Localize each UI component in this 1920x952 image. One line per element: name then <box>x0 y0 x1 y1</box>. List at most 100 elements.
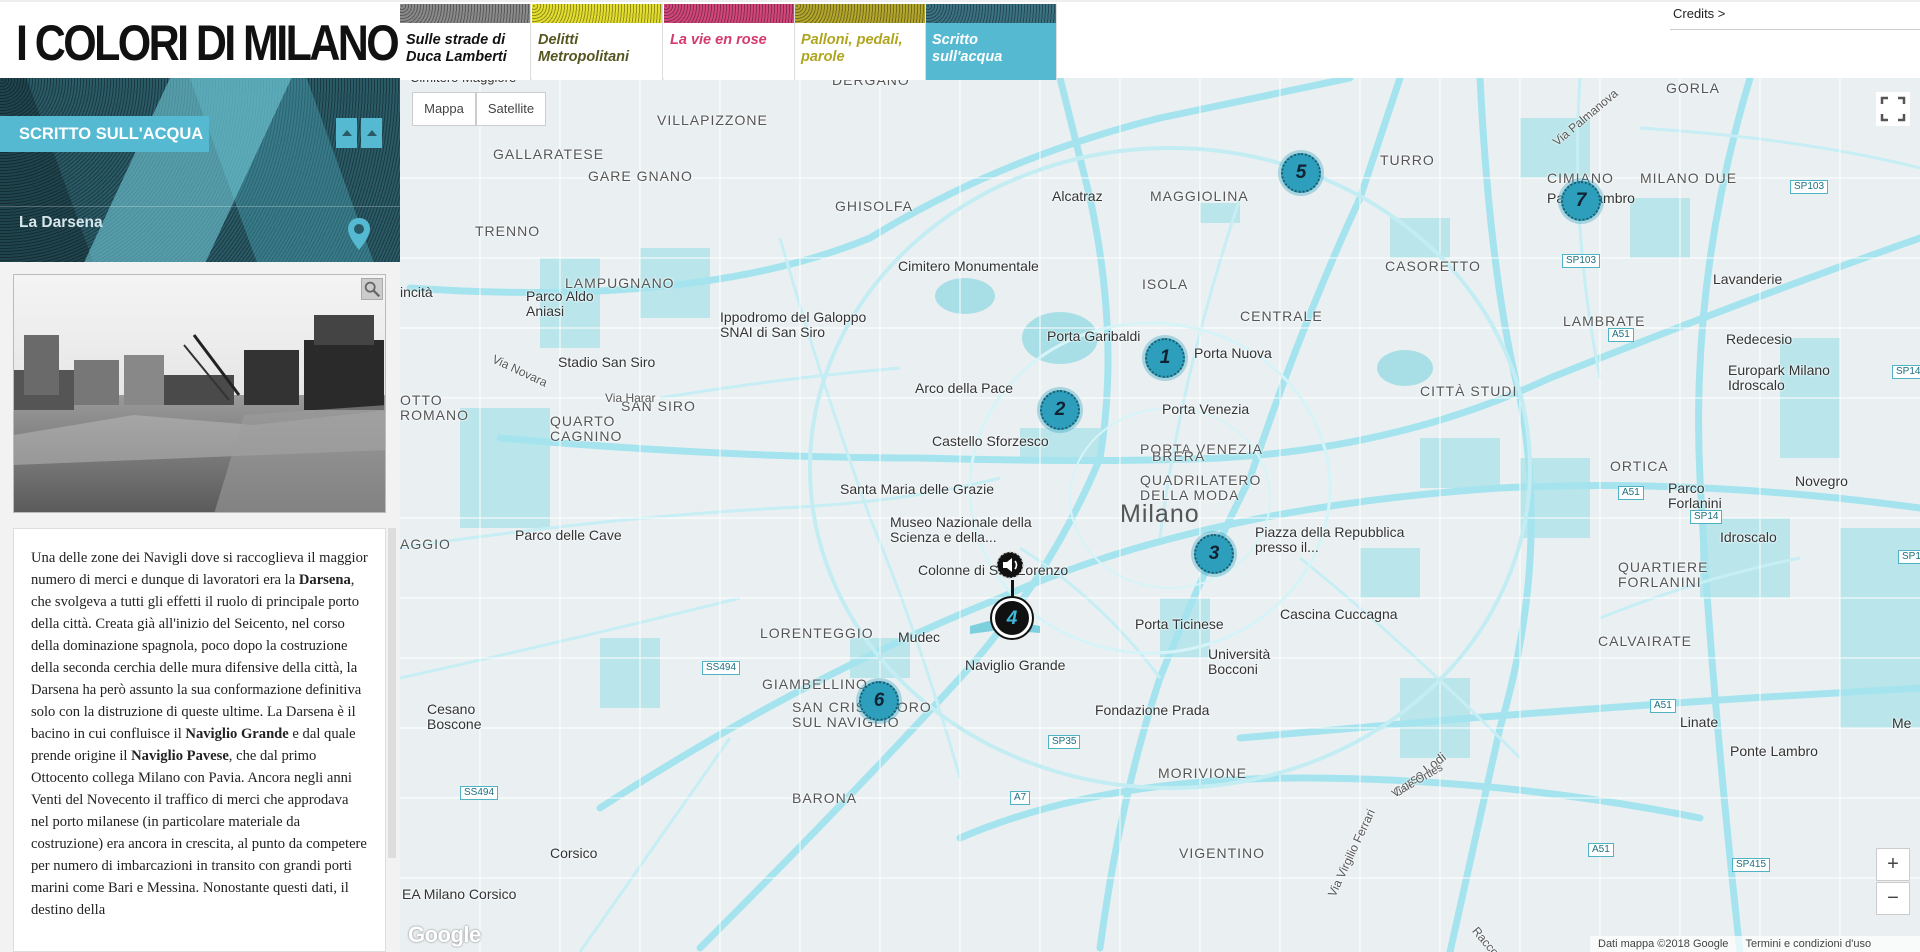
section-title-button[interactable]: SCRITTO SULL'ACQUA <box>0 116 209 152</box>
map-label: Ponte Lambro <box>1730 743 1818 759</box>
map-label: TRENNO <box>475 223 541 239</box>
description-span: , che dal primo Ottocento collega Milano… <box>31 748 367 918</box>
map-label: Colonne di San Lorenzo <box>918 562 1069 578</box>
road-shield: A7 <box>1010 791 1031 805</box>
page: I COLORI DI MILANO Sulle strade di Duca … <box>0 0 1920 952</box>
map-marker-4-active[interactable]: 4 <box>992 598 1032 638</box>
description-span: , che svolgeva a tutti gli effetti il ru… <box>31 572 362 742</box>
map-label: BRERA <box>1152 448 1206 464</box>
map-label: EA Milano Corsico <box>402 886 517 902</box>
description-text: Una delle zone dei Navigli dove si racco… <box>14 529 385 921</box>
road-shield: SP15 <box>1898 550 1920 564</box>
map-label: Alcatraz <box>1052 188 1103 204</box>
tab-duca-lamberti[interactable]: Sulle strade di Duca Lamberti <box>400 4 531 80</box>
map-label: BARONA <box>792 790 858 806</box>
tab-label: La vie en rose <box>670 32 767 48</box>
road-shield: SS494 <box>460 786 499 800</box>
map-label: Università Bocconi <box>1208 646 1271 677</box>
fullscreen-icon[interactable] <box>1876 92 1910 126</box>
map-label: Porta Venezia <box>1162 401 1250 417</box>
map-label: Cesano Boscone <box>427 701 482 732</box>
map-type-satellite-button[interactable]: Satellite <box>476 92 546 126</box>
tab-strip <box>926 4 1056 23</box>
map-type-map-button[interactable]: Mappa <box>412 92 476 126</box>
road-shield: A51 <box>1650 699 1676 713</box>
map-marker-3[interactable]: 3 <box>1194 534 1234 574</box>
map-label: AGGIO <box>400 536 451 552</box>
map-label: MORIVIONE <box>1158 765 1248 781</box>
map-label: Porta Garibaldi <box>1047 328 1141 344</box>
map-label: Cascina Cuccagna <box>1280 606 1398 622</box>
map-data-credit: Dati mappa ©2018 Google <box>1598 938 1729 950</box>
darsena-photo-image <box>14 275 385 512</box>
marker-stem <box>1011 580 1014 600</box>
map-label: GHISOLFA <box>835 198 914 214</box>
map-label: OTTO ROMANO <box>400 392 469 423</box>
tab-label: Sulle strade di Duca Lamberti <box>406 32 507 65</box>
road-shield: SP103 <box>1790 180 1829 194</box>
magnify-icon[interactable] <box>361 278 383 300</box>
map-label: GALLARATESE <box>493 146 605 162</box>
map-label: Me <box>1892 715 1912 731</box>
map-label: ORTICA <box>1610 458 1669 474</box>
map-label: QUARTIERE FORLANINI <box>1618 559 1709 590</box>
map-label: Corsico <box>550 845 598 861</box>
road-shield: SS494 <box>702 661 741 675</box>
map-label: Porta Ticinese <box>1135 616 1224 632</box>
road-shield: SP103 <box>1562 254 1601 268</box>
tab-delitti-metropolitani[interactable]: Delitti Metropolitani <box>532 4 663 80</box>
map[interactable]: Cimitero MaggioreDERGANOVILLAPIZZONEGALL… <box>400 78 1920 952</box>
map-label: Ippodromo del Galoppo SNAI di San Siro <box>720 309 867 340</box>
description-scrollbar[interactable] <box>388 528 396 858</box>
map-footer: Dati mappa ©2018 Google Termini e condiz… <box>1590 936 1920 952</box>
map-label: Idroscalo <box>1720 529 1777 545</box>
map-label: Naviglio Grande <box>965 657 1066 673</box>
map-label: CITTÀ STUDI <box>1420 383 1518 399</box>
map-label: Mudec <box>898 629 941 645</box>
map-label: Parco Aldo Aniasi <box>526 288 594 319</box>
map-label: Santa Maria delle Grazie <box>840 481 995 497</box>
tab-scritto-sull-acqua[interactable]: Scritto sull'acqua <box>926 4 1057 80</box>
map-marker-7[interactable]: 7 <box>1561 181 1601 221</box>
tab-la-vie-en-rose[interactable]: La vie en rose <box>664 4 795 80</box>
map-label: VIGENTINO <box>1179 845 1266 861</box>
map-label: QUARTO CAGNINO <box>550 413 623 444</box>
map-label: GORLA <box>1666 80 1721 96</box>
map-label: TURRO <box>1380 152 1435 168</box>
map-label: Parco Forlanini <box>1668 480 1722 511</box>
map-label: Fondazione Prada <box>1095 702 1210 718</box>
map-label: Europark Milano Idroscalo <box>1728 362 1830 393</box>
map-label: CALVAIRATE <box>1598 633 1693 649</box>
terms-link[interactable]: Termini e condizioni d'uso <box>1745 938 1871 950</box>
map-label: MILANO DUE <box>1640 170 1738 186</box>
road-shield: SP14 <box>1892 365 1920 379</box>
map-label: Via Harar <box>605 391 656 405</box>
google-logo: Google <box>408 922 481 947</box>
map-marker-5[interactable]: 5 <box>1281 153 1321 193</box>
map-label: Parco delle Cave <box>515 527 622 543</box>
map-pin-icon[interactable] <box>346 216 372 252</box>
site-logo[interactable]: I COLORI DI MILANO <box>16 14 400 72</box>
tab-palloni-pedali-parole[interactable]: Palloni, pedali, parole <box>795 4 926 80</box>
road-shield: A51 <box>1608 328 1634 342</box>
darsena-photo[interactable] <box>13 274 386 513</box>
tab-strip <box>664 4 794 23</box>
map-label: Piazza della Repubblica presso il... <box>1255 524 1405 555</box>
map-label: ISOLA <box>1142 276 1189 292</box>
city-label: Milano <box>1120 500 1200 528</box>
road-shield: A51 <box>1588 843 1614 857</box>
zoom-in-button[interactable]: + <box>1876 848 1910 881</box>
tab-strip <box>400 4 530 23</box>
map-label: Porta Nuova <box>1194 345 1272 361</box>
audio-icon[interactable] <box>995 550 1025 580</box>
map-label: GARE GNANO <box>588 168 693 184</box>
zoom-out-button[interactable]: − <box>1876 882 1910 915</box>
map-marker-6[interactable]: 6 <box>859 681 899 721</box>
description-bold: Naviglio Grande <box>185 726 289 742</box>
book-icon[interactable] <box>334 116 384 150</box>
tab-strip <box>795 4 925 23</box>
map-marker-2[interactable]: 2 <box>1040 390 1080 430</box>
credits-link[interactable]: Credits > <box>1670 6 1920 30</box>
map-marker-1[interactable]: 1 <box>1145 338 1185 378</box>
tab-strip <box>532 4 662 23</box>
